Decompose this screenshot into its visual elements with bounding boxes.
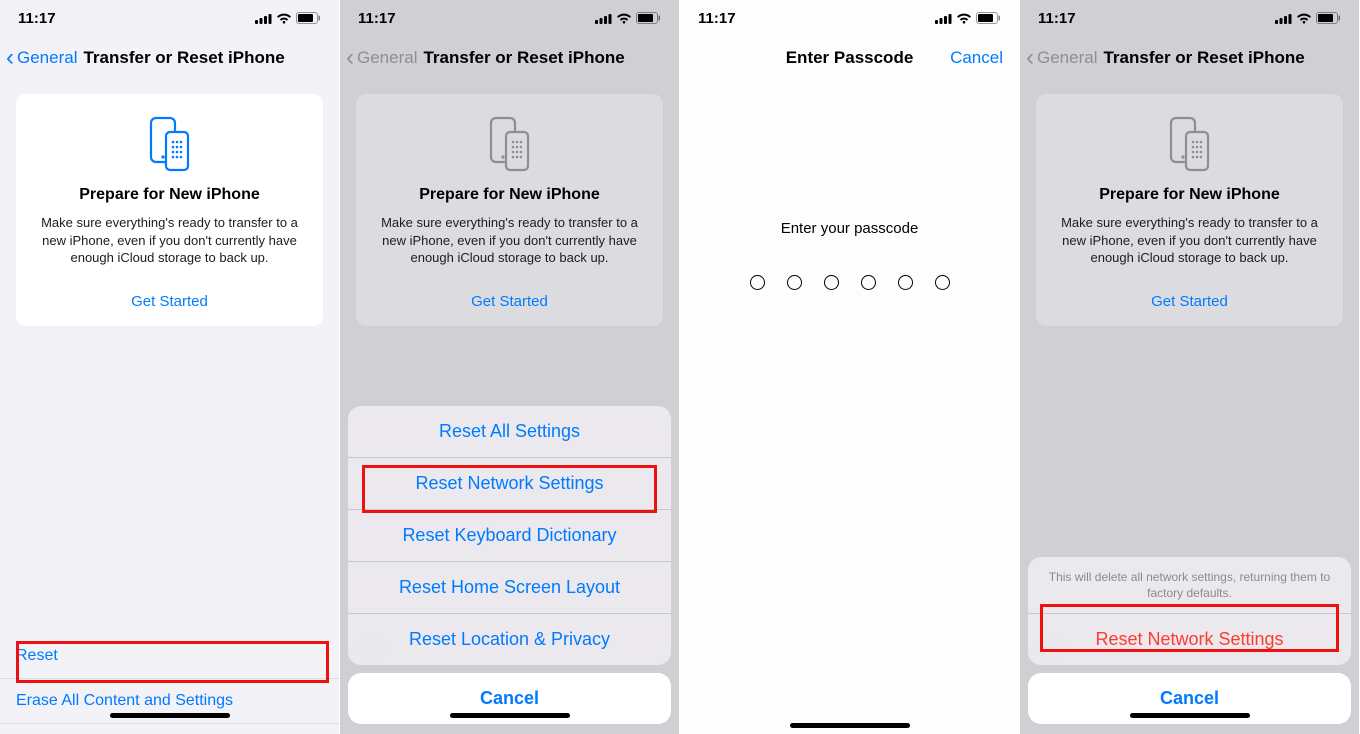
passcode-dot	[824, 275, 839, 290]
home-indicator[interactable]	[450, 713, 570, 718]
back-button: ‹ General	[1026, 46, 1097, 70]
screen-1-transfer-or-reset: 11:17 ‹ General Transfer or Reset iPhone…	[0, 0, 340, 734]
signal-icon	[935, 13, 952, 24]
prepare-card: Prepare for New iPhone Make sure everyth…	[1036, 94, 1343, 326]
status-bar: 11:17	[340, 0, 679, 36]
passcode-dot	[898, 275, 913, 290]
nav-bar: Enter Passcode Cancel	[680, 36, 1019, 80]
back-label: General	[1037, 48, 1097, 68]
screen-3-passcode: 11:17 Enter Passcode Cancel Enter your p…	[680, 0, 1020, 734]
card-body: Make sure everything's ready to transfer…	[1052, 214, 1327, 267]
home-indicator[interactable]	[110, 713, 230, 718]
sheet-item-reset-all[interactable]: Reset All Settings	[348, 406, 671, 458]
chevron-left-icon: ‹	[6, 46, 14, 70]
status-bar: 11:17	[0, 0, 339, 36]
status-icons	[255, 12, 321, 24]
sheet-item-reset-keyboard[interactable]: Reset Keyboard Dictionary	[348, 510, 671, 562]
devices-icon	[481, 114, 539, 172]
passcode-dot	[750, 275, 765, 290]
status-bar: 11:17	[680, 0, 1019, 36]
status-icons	[935, 12, 1001, 24]
signal-icon	[1275, 13, 1292, 24]
home-indicator[interactable]	[1130, 713, 1250, 718]
reset-action-sheet: Reset All Settings Reset Network Setting…	[348, 406, 671, 724]
nav-title: Transfer or Reset iPhone	[83, 48, 284, 68]
card-title: Prepare for New iPhone	[32, 186, 307, 204]
passcode-dot	[935, 275, 950, 290]
get-started-link[interactable]: Get Started	[32, 293, 307, 310]
battery-icon	[1316, 12, 1341, 24]
chevron-left-icon: ‹	[346, 46, 354, 70]
get-started-link: Get Started	[1052, 293, 1327, 310]
sheet-confirm-reset-network[interactable]: Reset Network Settings	[1028, 614, 1351, 665]
sheet-options: Reset All Settings Reset Network Setting…	[348, 406, 671, 665]
screen-2-reset-sheet: 11:17 ‹ General Transfer or Reset iPhone…	[340, 0, 680, 734]
battery-icon	[296, 12, 321, 24]
battery-icon	[636, 12, 661, 24]
nav-title: Transfer or Reset iPhone	[423, 48, 624, 68]
confirm-action-sheet: This will delete all network settings, r…	[1028, 557, 1351, 724]
card-title: Prepare for New iPhone	[1052, 186, 1327, 204]
screen-4-confirm-sheet: 11:17 ‹ General Transfer or Reset iPhone…	[1020, 0, 1360, 734]
wifi-icon	[276, 13, 292, 24]
chevron-left-icon: ‹	[1026, 46, 1034, 70]
passcode-prompt: Enter your passcode	[680, 220, 1019, 237]
prepare-card: Prepare for New iPhone Make sure everyth…	[356, 94, 663, 326]
sheet-item-reset-location[interactable]: Reset Location & Privacy	[348, 614, 671, 665]
nav-bar: ‹ General Transfer or Reset iPhone	[0, 36, 339, 80]
nav-bar: ‹ General Transfer or Reset iPhone	[340, 36, 679, 80]
wifi-icon	[616, 13, 632, 24]
status-icons	[595, 12, 661, 24]
back-label: General	[17, 48, 77, 68]
back-button: ‹ General	[346, 46, 417, 70]
status-bar: 11:17	[1020, 0, 1359, 36]
get-started-link: Get Started	[372, 293, 647, 310]
home-indicator[interactable]	[790, 723, 910, 728]
sheet-item-reset-network[interactable]: Reset Network Settings	[348, 458, 671, 510]
signal-icon	[595, 13, 612, 24]
cancel-button[interactable]: Cancel	[950, 48, 1013, 68]
status-icons	[1275, 12, 1341, 24]
wifi-icon	[1296, 13, 1312, 24]
sheet-message: This will delete all network settings, r…	[1028, 557, 1351, 614]
status-time: 11:17	[358, 10, 396, 27]
back-button[interactable]: ‹ General	[6, 46, 77, 70]
devices-icon	[1161, 114, 1219, 172]
status-time: 11:17	[698, 10, 736, 27]
devices-icon	[141, 114, 199, 172]
card-body: Make sure everything's ready to transfer…	[372, 214, 647, 267]
bottom-list: Reset Erase All Content and Settings	[0, 634, 339, 724]
passcode-body: Enter your passcode	[680, 220, 1019, 290]
reset-cell[interactable]: Reset	[0, 634, 339, 679]
passcode-dots[interactable]	[680, 275, 1019, 290]
signal-icon	[255, 13, 272, 24]
nav-bar: ‹ General Transfer or Reset iPhone	[1020, 36, 1359, 80]
status-time: 11:17	[1038, 10, 1076, 27]
passcode-dot	[787, 275, 802, 290]
status-time: 11:17	[18, 10, 56, 27]
nav-title: Transfer or Reset iPhone	[1103, 48, 1304, 68]
back-label: General	[357, 48, 417, 68]
battery-icon	[976, 12, 1001, 24]
passcode-dot	[861, 275, 876, 290]
sheet-group: This will delete all network settings, r…	[1028, 557, 1351, 665]
sheet-item-reset-home[interactable]: Reset Home Screen Layout	[348, 562, 671, 614]
card-body: Make sure everything's ready to transfer…	[32, 214, 307, 267]
wifi-icon	[956, 13, 972, 24]
prepare-card: Prepare for New iPhone Make sure everyth…	[16, 94, 323, 326]
card-title: Prepare for New iPhone	[372, 186, 647, 204]
